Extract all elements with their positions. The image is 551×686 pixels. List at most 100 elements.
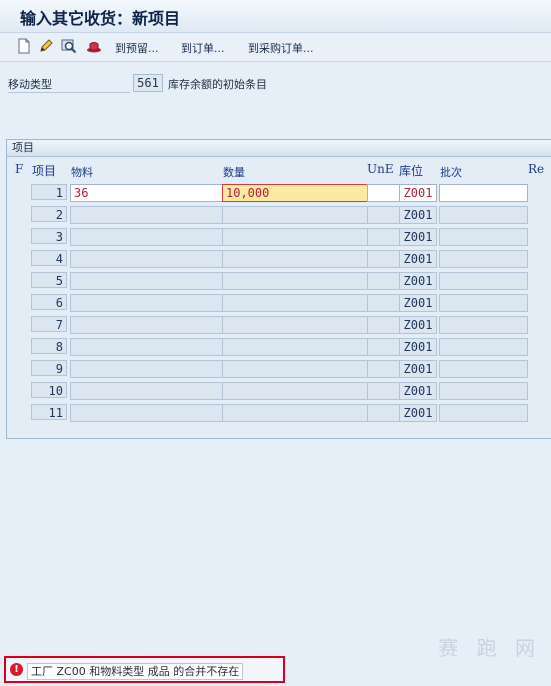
quantity-cell[interactable] <box>222 294 369 312</box>
col-header-une[interactable]: UnE <box>367 162 394 176</box>
row-selector[interactable] <box>8 206 26 222</box>
unit-cell[interactable] <box>367 338 401 356</box>
item-number-cell: 4 <box>31 250 67 266</box>
quantity-cell[interactable] <box>222 272 369 290</box>
new-document-icon[interactable] <box>16 38 32 54</box>
batch-cell[interactable] <box>439 338 528 356</box>
item-number-cell: 7 <box>31 316 67 332</box>
unit-cell[interactable] <box>367 206 401 224</box>
table-row: 7 Z001 <box>0 315 551 335</box>
table-row: 5 Z001 <box>0 271 551 291</box>
storage-location-cell[interactable]: Z001 <box>399 316 437 334</box>
to-purchase-order-button[interactable]: 到采购订单... <box>248 40 314 56</box>
status-message[interactable]: 工厂 ZC00 和物料类型 成品 的合并不存在 <box>27 663 244 680</box>
storage-location-cell[interactable]: Z001 <box>399 206 437 224</box>
material-cell[interactable] <box>70 272 224 290</box>
batch-cell[interactable] <box>439 272 528 290</box>
col-header-f: F <box>15 162 24 176</box>
material-cell[interactable] <box>70 250 224 268</box>
error-icon: ! <box>10 663 23 676</box>
table-row: 3 Z001 <box>0 227 551 247</box>
unit-cell[interactable] <box>367 382 401 400</box>
storage-location-cell[interactable]: Z001 <box>399 338 437 356</box>
item-number-cell: 2 <box>31 206 67 222</box>
quantity-cell[interactable] <box>222 228 369 246</box>
unit-cell[interactable] <box>367 404 401 422</box>
row-selector[interactable] <box>8 316 26 332</box>
unit-cell[interactable] <box>367 272 401 290</box>
col-header-batch[interactable]: 批次 <box>440 164 462 180</box>
batch-cell[interactable] <box>439 404 528 422</box>
quantity-cell[interactable] <box>222 404 369 422</box>
material-cell[interactable] <box>70 228 224 246</box>
col-header-material[interactable]: 物料 <box>71 164 93 180</box>
row-selector[interactable] <box>8 338 26 354</box>
movement-type-field[interactable]: 561 <box>133 74 163 92</box>
unit-cell[interactable] <box>367 360 401 378</box>
movement-type-label: 移动类型 <box>8 76 130 93</box>
quantity-cell[interactable] <box>222 382 369 400</box>
unit-cell[interactable] <box>367 316 401 334</box>
col-header-item: 项目 <box>32 164 57 178</box>
storage-location-cell[interactable]: Z001 <box>399 272 437 290</box>
material-cell[interactable] <box>70 338 224 356</box>
row-selector[interactable] <box>8 294 26 310</box>
quantity-cell[interactable] <box>222 250 369 268</box>
material-cell[interactable] <box>70 294 224 312</box>
to-reservation-button[interactable]: 到预留... <box>115 40 159 56</box>
quantity-cell[interactable] <box>222 338 369 356</box>
movement-type-description: 库存余额的初始条目 <box>168 78 267 91</box>
table-row: 1 36 10,000 Z001 <box>0 183 551 203</box>
quantity-cell[interactable] <box>222 206 369 224</box>
row-selector[interactable] <box>8 382 26 398</box>
material-cell[interactable] <box>70 382 224 400</box>
row-selector[interactable] <box>8 250 26 266</box>
storage-location-cell[interactable]: Z001 <box>399 228 437 246</box>
col-header-quantity[interactable]: 数量 <box>223 164 245 180</box>
batch-cell[interactable] <box>439 184 528 202</box>
material-cell[interactable] <box>70 316 224 334</box>
material-cell[interactable] <box>70 206 224 224</box>
batch-cell[interactable] <box>439 294 528 312</box>
batch-cell[interactable] <box>439 250 528 268</box>
edit-pencil-icon[interactable] <box>38 38 54 54</box>
hat-icon[interactable] <box>86 38 102 54</box>
movement-type-row: 移动类型 561 库存余额的初始条目 <box>0 72 551 96</box>
quantity-cell[interactable] <box>222 316 369 334</box>
material-cell[interactable] <box>70 404 224 422</box>
batch-cell[interactable] <box>439 206 528 224</box>
item-number-cell: 9 <box>31 360 67 376</box>
quantity-cell[interactable]: 10,000 <box>222 184 369 202</box>
unit-cell[interactable] <box>367 228 401 246</box>
storage-location-cell[interactable]: Z001 <box>399 294 437 312</box>
storage-location-cell[interactable]: Z001 <box>399 184 437 202</box>
row-selector[interactable] <box>8 404 26 420</box>
batch-cell[interactable] <box>439 228 528 246</box>
row-selector[interactable] <box>8 272 26 288</box>
material-cell[interactable] <box>70 360 224 378</box>
row-selector[interactable] <box>8 184 26 200</box>
unit-cell[interactable] <box>367 294 401 312</box>
storage-location-cell[interactable]: Z001 <box>399 404 437 422</box>
table-row: 10 Z001 <box>0 381 551 401</box>
unit-cell[interactable] <box>367 184 401 202</box>
magnifier-icon[interactable] <box>61 38 77 54</box>
batch-cell[interactable] <box>439 316 528 334</box>
material-cell[interactable]: 36 <box>70 184 224 202</box>
table-row: 8 Z001 <box>0 337 551 357</box>
storage-location-cell[interactable]: Z001 <box>399 382 437 400</box>
quantity-cell[interactable] <box>222 360 369 378</box>
unit-cell[interactable] <box>367 250 401 268</box>
col-header-storage[interactable]: 库位 <box>399 162 423 179</box>
storage-location-cell[interactable]: Z001 <box>399 250 437 268</box>
title-bar: 输入其它收货：新项目 <box>0 0 551 33</box>
row-selector[interactable] <box>8 228 26 244</box>
batch-cell[interactable] <box>439 360 528 378</box>
item-number-cell: 10 <box>31 382 67 398</box>
col-header-re[interactable]: Re <box>528 162 544 176</box>
row-selector[interactable] <box>8 360 26 376</box>
to-order-button[interactable]: 到订单... <box>181 40 225 56</box>
table-row: 4 Z001 <box>0 249 551 269</box>
batch-cell[interactable] <box>439 382 528 400</box>
storage-location-cell[interactable]: Z001 <box>399 360 437 378</box>
